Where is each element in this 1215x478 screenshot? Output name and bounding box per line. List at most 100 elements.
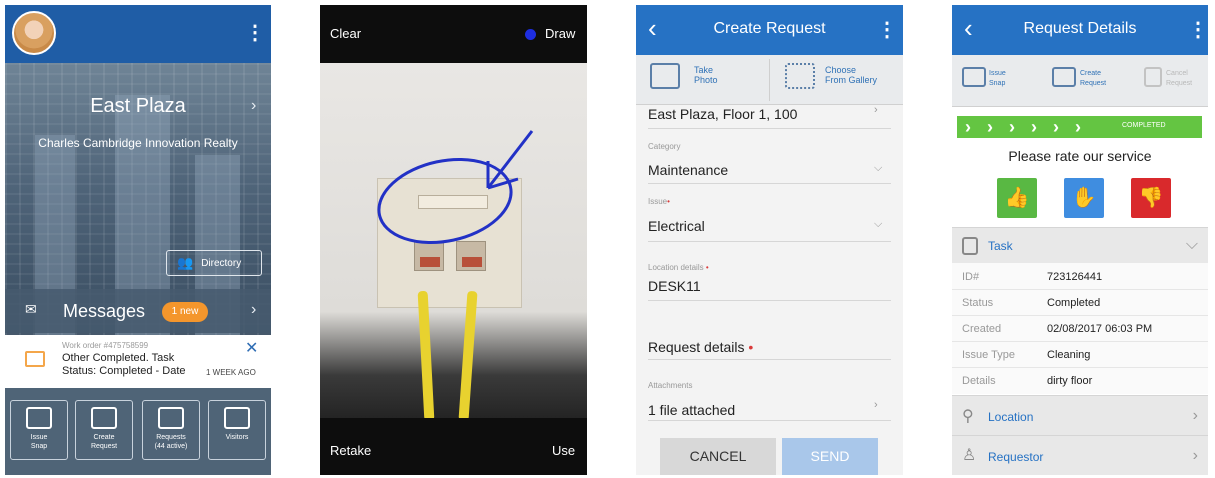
thumbs-down-button[interactable]: 👎 [1131, 178, 1171, 218]
annotate-bottom-bar: Retake Use [320, 418, 587, 475]
camera-icon[interactable] [962, 67, 986, 87]
people-icon: 👥 [177, 255, 194, 270]
location-value: East Plaza, Floor 1, 100 [648, 106, 798, 122]
id-key: ID# [962, 271, 980, 283]
take-photo-label: Take [694, 65, 714, 75]
task-section-header[interactable]: Task ⌵ [952, 227, 1208, 263]
shortcut-tiles: Issue Snap Create Request Requests (44 a… [5, 388, 271, 475]
location-section[interactable]: ⚲ Location › [952, 395, 1208, 435]
company-name: Charles Cambridge Innovation Realty [38, 136, 238, 150]
thumbs-up-icon: 👍 [1004, 187, 1030, 209]
header-bar: ‹ Request Details ⋮ [952, 5, 1208, 55]
neutral-rating-button[interactable]: ✋ [1064, 178, 1104, 218]
task-label: Task [988, 239, 1013, 253]
document-icon [962, 237, 978, 255]
photo-canvas[interactable] [320, 63, 587, 422]
notification-time: 1 WEEK AGO [206, 368, 256, 377]
tile-label: Request [90, 443, 118, 450]
issue-type-value: Cleaning [1047, 349, 1091, 361]
more-options-icon[interactable]: ⋮ [1188, 20, 1208, 40]
location-details-value: DESK11 [648, 278, 701, 294]
chevron-right-icon: › [874, 399, 878, 411]
directory-label: Directory [201, 257, 242, 269]
building-name[interactable]: East Plaza [5, 95, 271, 118]
action-label: Create [1080, 70, 1102, 77]
tile-issue-snap[interactable]: Issue Snap [10, 400, 68, 460]
action-label: Issue [989, 70, 1006, 77]
clear-button[interactable]: Clear [330, 26, 361, 41]
briefcase-icon [25, 351, 45, 367]
create-request-button[interactable]: Create Request [1080, 69, 1106, 89]
drawing-overlay [377, 130, 534, 245]
chevron-right-icon[interactable]: › [251, 97, 256, 115]
request-details-screen: ‹ Request Details ⋮ Issue Snap Create Re… [952, 5, 1208, 475]
issue-label: Issue• [648, 197, 670, 206]
send-button[interactable]: SEND [782, 438, 878, 475]
draw-color-dot-icon[interactable] [525, 29, 536, 40]
tile-label: Visitors [225, 434, 249, 441]
tile-label: Requests [156, 434, 186, 441]
tile-visitors[interactable]: Visitors [208, 400, 266, 460]
person-icon: ♙ [962, 447, 977, 464]
photo-annotate-screen: Clear Draw Retake Use [320, 5, 587, 475]
location-details-label: Location details • [648, 263, 709, 272]
attachments-label: Attachments [648, 381, 693, 390]
action-label: Request [1166, 80, 1193, 87]
directory-button[interactable]: 👥 Directory [166, 250, 262, 276]
requestor-label: Requestor [988, 450, 1044, 464]
tile-requests[interactable]: Requests (44 active) [142, 400, 200, 460]
requestor-section[interactable]: ♙ Requestor › [952, 435, 1208, 475]
more-options-icon[interactable]: ⋮ [245, 23, 265, 43]
cancel-button[interactable]: CANCEL [660, 438, 776, 475]
issue-type-key: Issue Type [962, 349, 1015, 361]
avatar[interactable] [12, 11, 56, 55]
thumbs-up-button[interactable]: 👍 [997, 178, 1037, 218]
close-icon[interactable]: ✕ [245, 338, 258, 358]
tile-label: (44 active) [154, 443, 188, 450]
retake-button[interactable]: Retake [330, 443, 371, 458]
messages-label: Messages [63, 301, 146, 321]
more-options-icon[interactable]: ⋮ [877, 20, 897, 40]
category-label: Category [648, 142, 681, 151]
attachments-value: 1 file attached [648, 402, 736, 418]
created-key: Created [962, 323, 1002, 335]
gallery-label: Choose [825, 65, 857, 75]
issue-snap-button[interactable]: Issue Snap [989, 69, 1006, 89]
choose-gallery-button[interactable]: Choose From Gallery [825, 65, 877, 85]
camera-icon[interactable] [650, 63, 680, 89]
chevron-down-icon: ⌵ [874, 218, 883, 230]
status-progress-bar: › › › › › › COMPLETED [957, 116, 1202, 138]
created-value: 02/08/2017 06:03 PM [1047, 323, 1153, 335]
tile-label: Create [93, 434, 115, 441]
neutral-hand-icon: ✋ [1071, 187, 1097, 209]
status-key: Status [962, 297, 994, 309]
rate-prompt: Please rate our service [1008, 148, 1152, 164]
take-photo-button[interactable]: Take Photo [694, 65, 718, 85]
progress-status-label: COMPLETED [1122, 122, 1166, 129]
use-button[interactable]: Use [552, 443, 575, 458]
category-value: Maintenance [648, 162, 729, 178]
trash-icon [1144, 67, 1162, 87]
action-label: Cancel [1166, 70, 1188, 77]
toolbox-add-icon [91, 407, 117, 429]
work-order-number: Work order #475758599 [62, 341, 149, 350]
messages-badge: 1 new [162, 302, 208, 322]
details-value: dirty floor [1047, 375, 1093, 387]
messages-row[interactable]: ✉ Messages 1 new › [5, 289, 271, 333]
chevron-right-icon: › [1192, 407, 1198, 424]
toolbox-add-icon[interactable] [1052, 67, 1076, 87]
location-label: Location [988, 410, 1034, 424]
take-photo-label: Photo [694, 75, 718, 85]
chevron-down-icon: ⌵ [874, 162, 883, 174]
notification-card[interactable]: Work order #475758599 Other Completed. T… [5, 335, 271, 388]
draw-button[interactable]: Draw [545, 26, 575, 41]
tile-create-request[interactable]: Create Request [75, 400, 133, 460]
chevron-right-icon: › [874, 104, 878, 116]
gallery-grid-icon[interactable] [785, 63, 815, 89]
notification-line-2: Status: Completed - Date [62, 365, 186, 377]
create-request-screen: ‹ Create Request ⋮ Take Photo Choose Fro… [636, 5, 903, 475]
chevron-down-icon: ⌵ [1185, 236, 1198, 253]
annotate-top-bar: Clear Draw [320, 5, 587, 63]
visitor-badge-icon [224, 407, 250, 429]
photo-actions: Take Photo Choose From Gallery [636, 55, 903, 105]
